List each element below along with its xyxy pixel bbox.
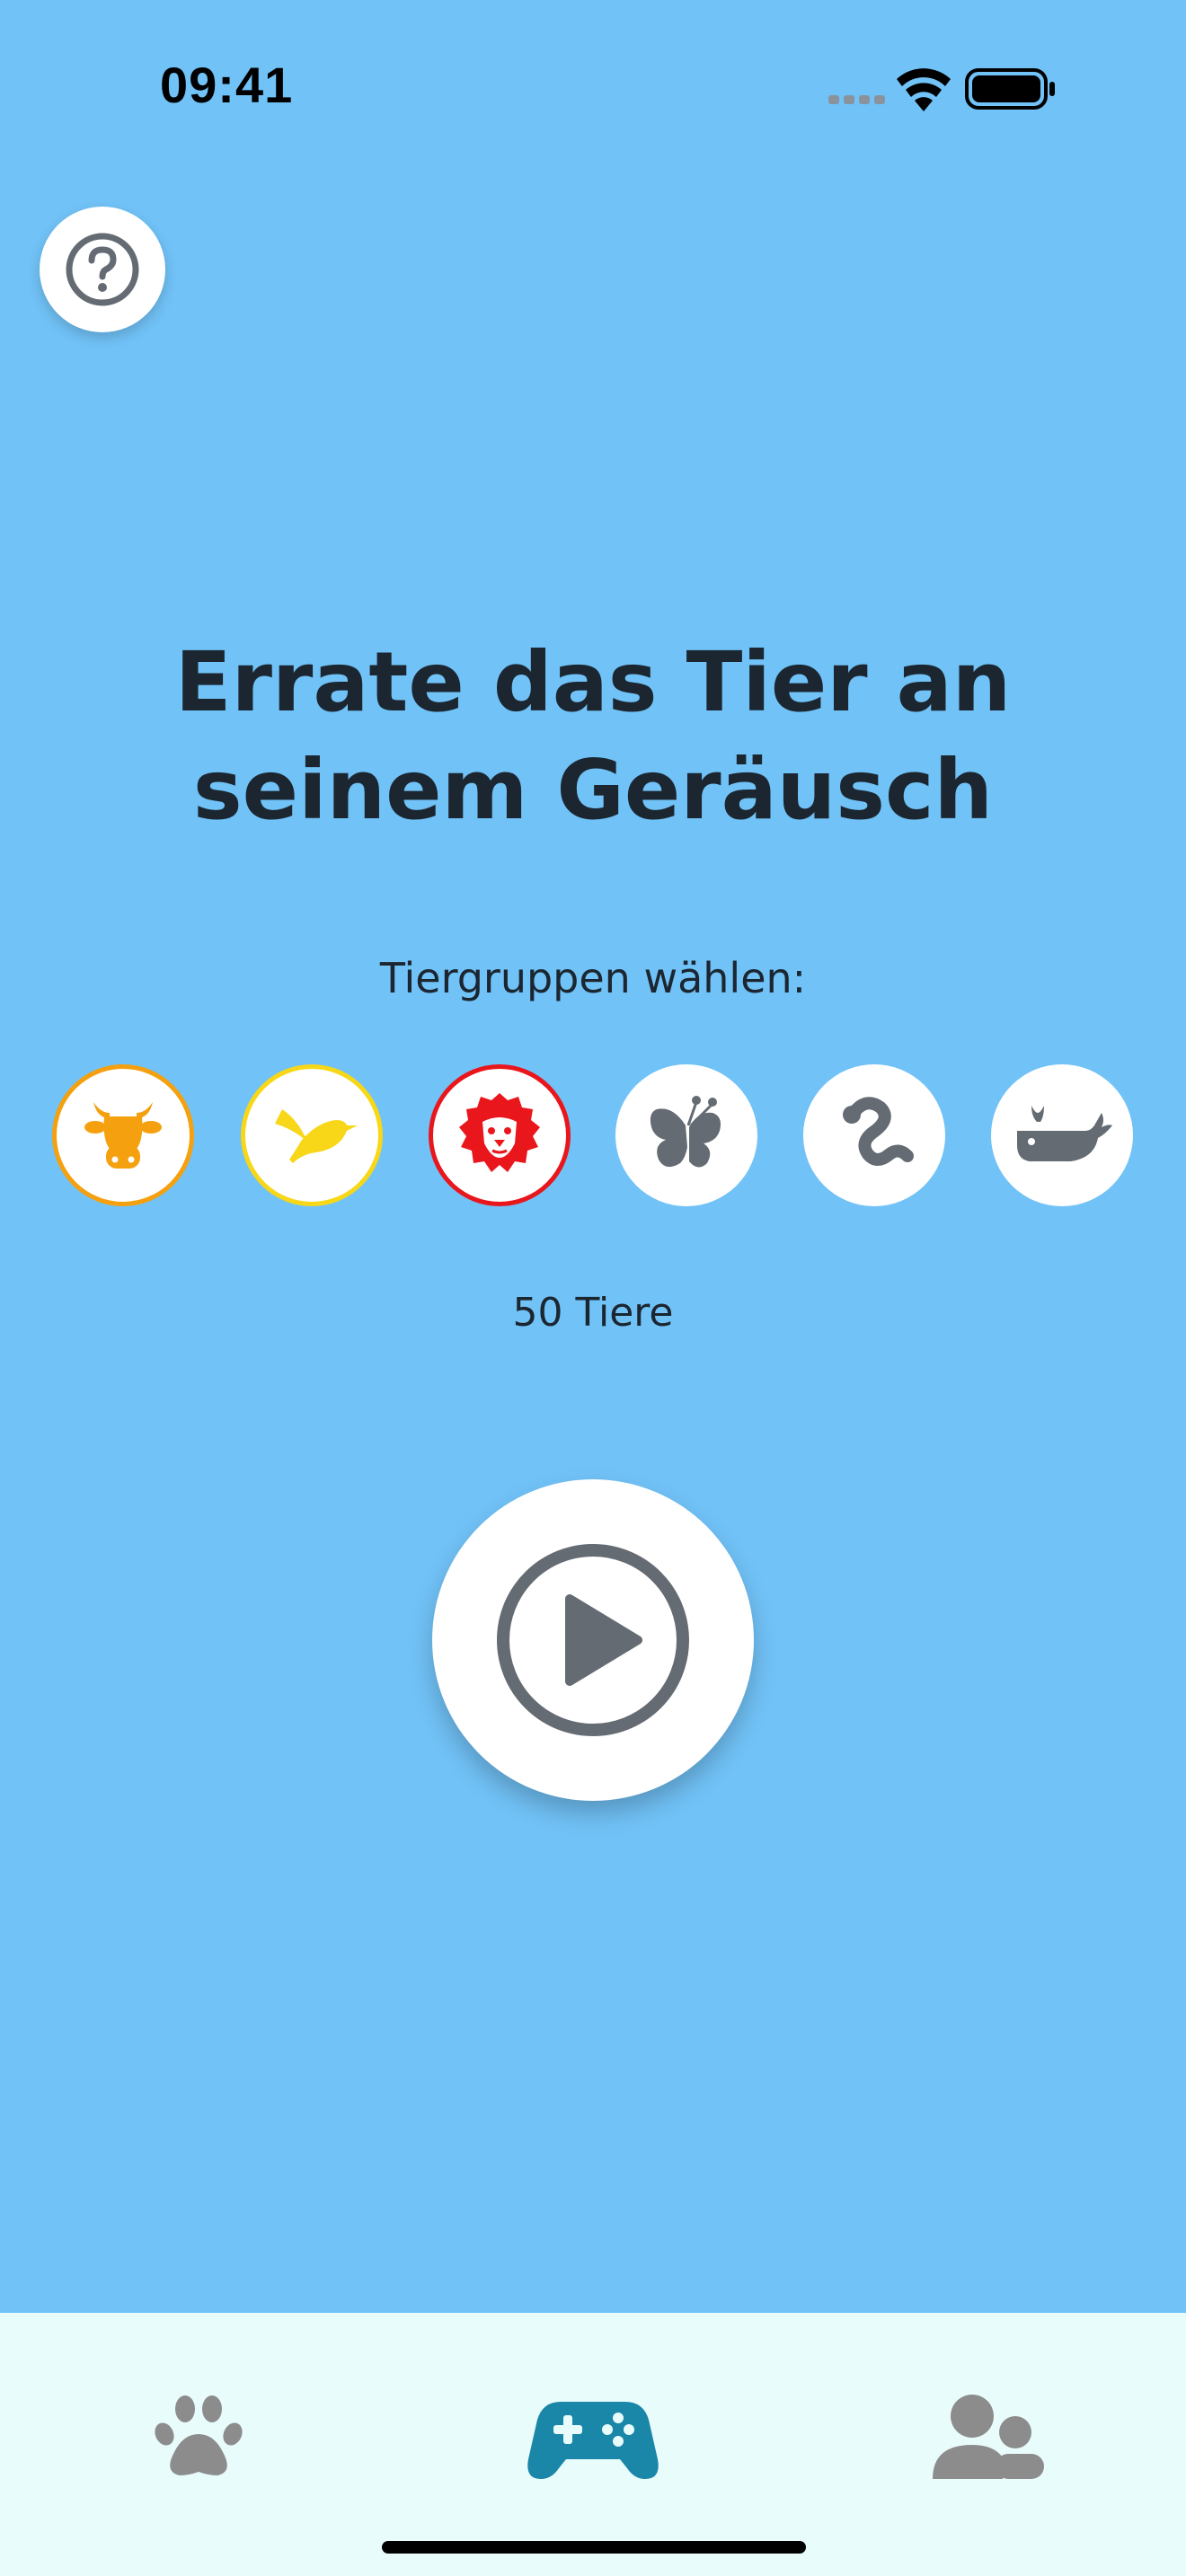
paw-icon [155, 2395, 243, 2475]
group-option-wild[interactable] [429, 1064, 571, 1206]
whale-icon [1017, 1106, 1112, 1161]
gamepad-icon [527, 2402, 659, 2479]
snake-icon [843, 1097, 914, 1166]
users-icon [933, 2395, 1044, 2479]
title-line-1: Errate das Tier an [174, 634, 1012, 730]
group-option-farm[interactable] [52, 1064, 194, 1206]
status-time: 09:41 [160, 57, 294, 113]
battery-icon [965, 68, 1055, 110]
question-circle-icon [66, 233, 139, 306]
tab-bar [0, 2313, 1186, 2576]
lion-icon [459, 1093, 540, 1172]
status-icons [828, 63, 1080, 117]
group-selector-label: Tiergruppen wählen: [379, 954, 807, 1002]
tab-animals[interactable] [91, 2358, 306, 2519]
status-bar: 09:41 [0, 0, 1186, 171]
tab-profile[interactable] [880, 2358, 1095, 2519]
cow-icon [84, 1102, 162, 1169]
help-button[interactable] [40, 207, 165, 332]
tab-game[interactable] [485, 2358, 701, 2519]
play-button[interactable] [432, 1479, 754, 1801]
wifi-icon [897, 68, 951, 111]
title-line-2: seinem Geräusch [192, 742, 994, 838]
signal-icon [828, 95, 885, 104]
page-title: Errate das Tier an seinem Geräusch [0, 629, 1186, 844]
group-option-sea[interactable] [991, 1064, 1133, 1206]
group-option-reptiles[interactable] [803, 1064, 945, 1206]
bird-icon [275, 1109, 358, 1163]
home-indicator [382, 2541, 806, 2554]
group-option-birds[interactable] [241, 1064, 383, 1206]
group-option-insects[interactable] [615, 1064, 757, 1206]
animal-count: 50 Tiere [512, 1290, 674, 1336]
play-circle-icon [497, 1544, 689, 1736]
butterfly-icon [650, 1096, 721, 1168]
